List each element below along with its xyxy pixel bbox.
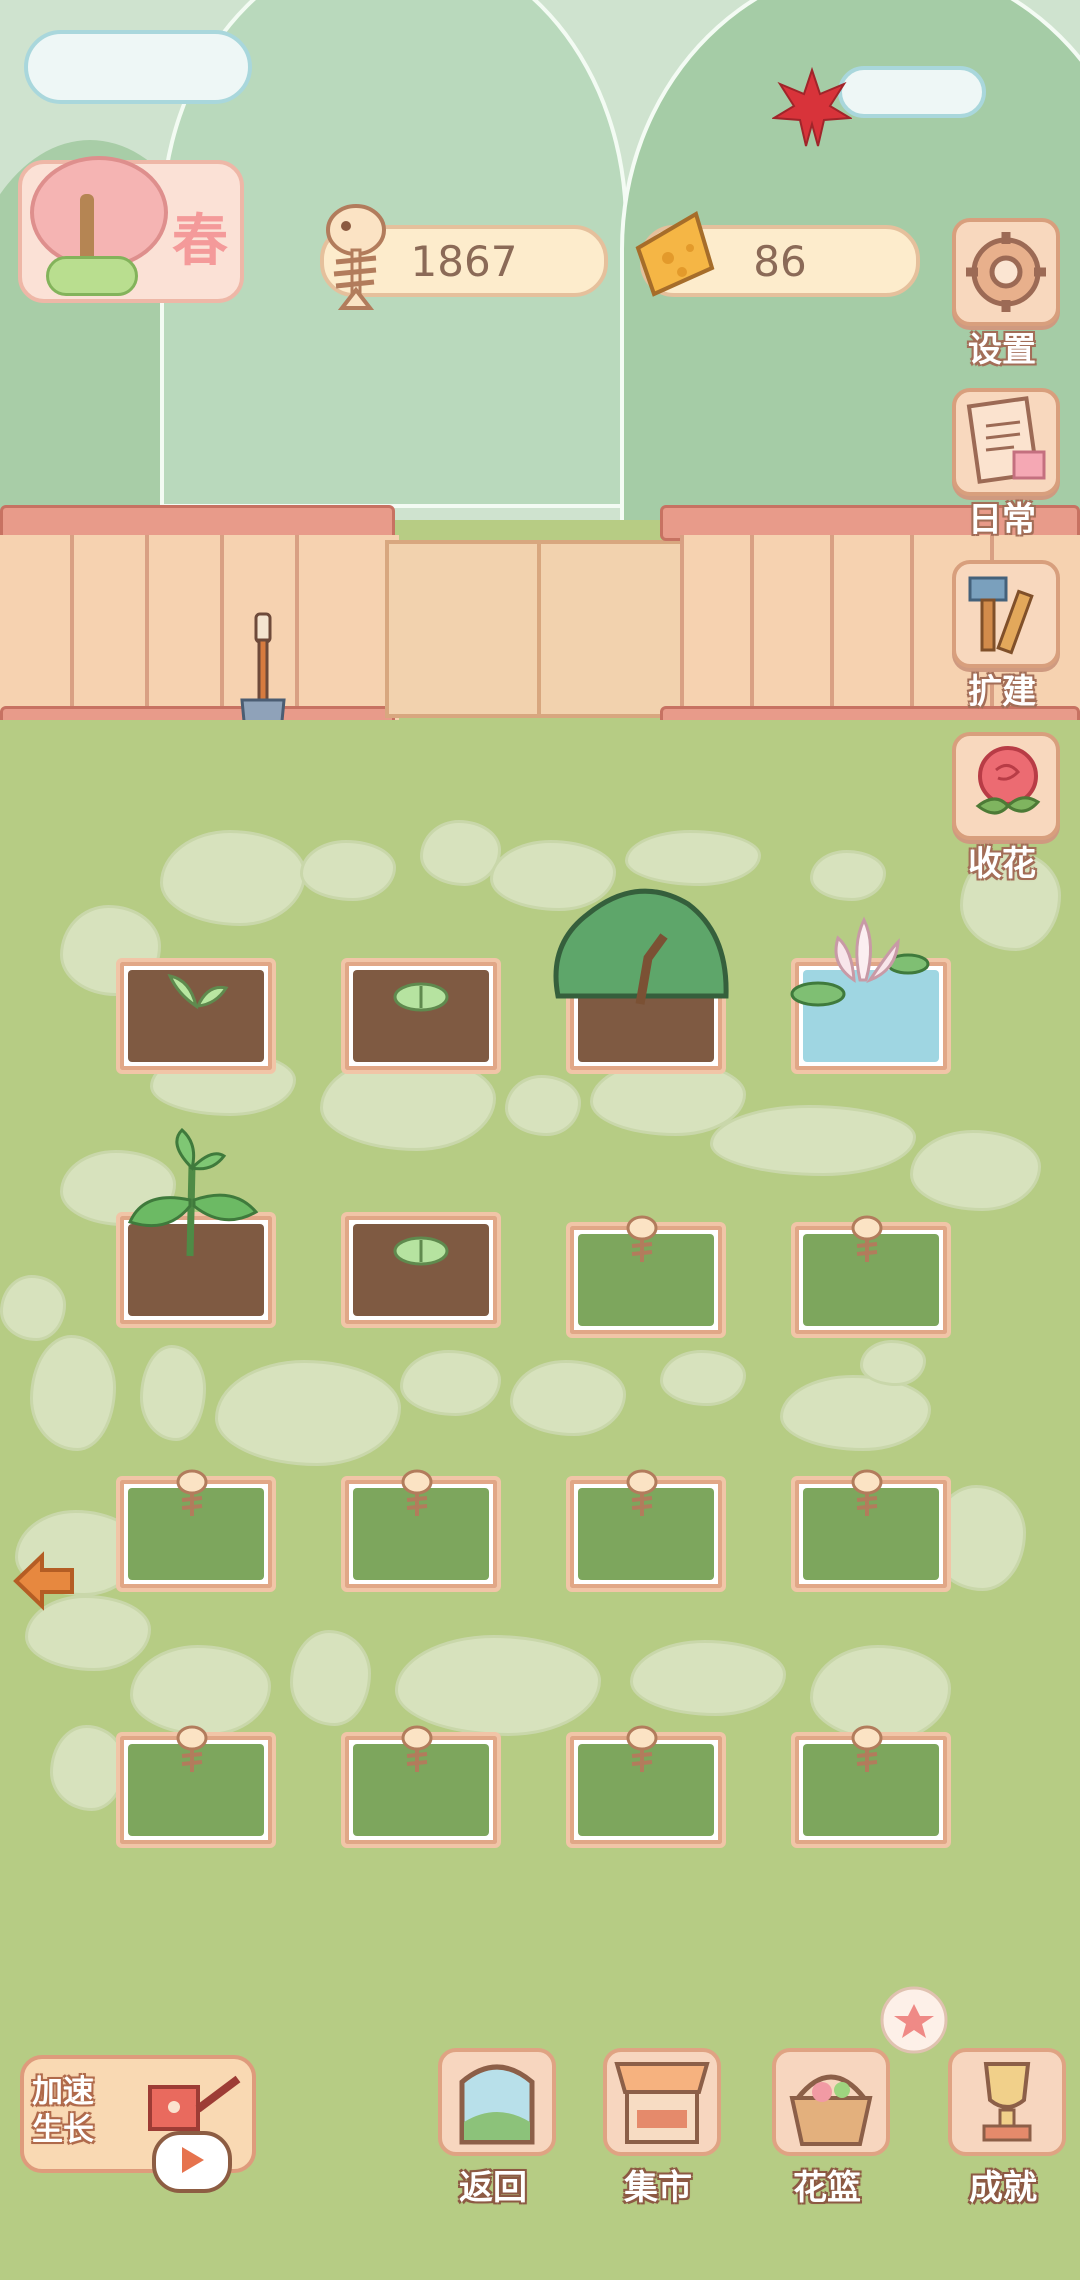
seedling-icon: [127, 1127, 259, 1257]
daily-label: 日常: [968, 500, 1036, 540]
tools-icon: [968, 576, 1034, 655]
window-icon: [459, 2064, 535, 2145]
plot-locked[interactable]: [341, 1725, 501, 1848]
fishbone-icon: [851, 1469, 883, 1516]
rose-icon: [975, 746, 1041, 815]
play-video-icon[interactable]: [152, 2131, 232, 2193]
fishbone-icon: [176, 1725, 208, 1772]
fishbone-icon: [401, 1725, 433, 1772]
cherry-tree-icon: [30, 156, 168, 269]
stall-icon: [614, 2062, 710, 2144]
trophy-icon: [982, 2062, 1032, 2142]
collect-flowers-label: 收花: [968, 844, 1036, 884]
plot-locked[interactable]: [341, 1469, 501, 1592]
speed-up-label: 加速生长: [32, 2074, 94, 2148]
fishbone-icon: [626, 1215, 658, 1262]
plot-locked[interactable]: [116, 1469, 276, 1592]
achievements-label: 成就: [969, 2168, 1037, 2208]
fishbone-icon: [851, 1725, 883, 1772]
collect-flowers-button[interactable]: [952, 732, 1060, 840]
flower-bubble-icon: [880, 1986, 948, 2054]
plot-locked[interactable]: [791, 1469, 951, 1592]
cheese-icon: [635, 210, 715, 297]
market-label: 集市: [624, 2168, 692, 2208]
maple-leaf-icon: [772, 66, 852, 147]
fence-left: [0, 505, 399, 740]
seed-icon: [393, 982, 449, 1012]
daily-button[interactable]: [952, 388, 1060, 496]
plot-locked[interactable]: [791, 1215, 951, 1338]
season-badge[interactable]: 春: [18, 156, 244, 303]
speed-up-button[interactable]: 加速生长: [20, 2055, 256, 2193]
settings-button[interactable]: [952, 218, 1060, 326]
plot-sprout[interactable]: [116, 958, 276, 1074]
fishbone-icon: [626, 1725, 658, 1772]
seed-icon: [393, 1236, 449, 1266]
fishbone-icon: [851, 1215, 883, 1262]
expand-button[interactable]: [952, 560, 1060, 668]
fishbone-icon: [326, 204, 386, 310]
bush-icon: [553, 888, 729, 1005]
cloud-left: [24, 30, 252, 104]
plot-seed[interactable]: [341, 1212, 501, 1328]
market-button[interactable]: [603, 2048, 721, 2156]
arrow-left-icon[interactable]: [8, 1546, 78, 1616]
season-label: 春: [172, 208, 228, 274]
lotus-icon: [790, 916, 930, 1007]
memo-icon: [966, 396, 1046, 484]
achievements-button[interactable]: [948, 2048, 1066, 2156]
plot-locked[interactable]: [566, 1469, 726, 1592]
back-button[interactable]: [438, 2048, 556, 2156]
fishbone-icon: [626, 1469, 658, 1516]
basket-button[interactable]: [772, 2048, 890, 2156]
settings-label: 设置: [968, 330, 1036, 370]
garden-gate: [385, 540, 688, 718]
fishbone-icon: [176, 1469, 208, 1516]
sprout-icon: [167, 973, 229, 1010]
plot-locked[interactable]: [566, 1215, 726, 1338]
watering-can-icon: [148, 2075, 241, 2131]
plot-locked[interactable]: [791, 1725, 951, 1848]
gear-icon: [966, 232, 1046, 312]
fishbone-icon: [401, 1469, 433, 1516]
expand-label: 扩建: [968, 672, 1036, 712]
plot-locked[interactable]: [116, 1725, 276, 1848]
basket-icon: [789, 2074, 873, 2146]
plot-locked[interactable]: [566, 1725, 726, 1848]
cloud-right: [838, 66, 986, 118]
back-label: 返回: [459, 2168, 527, 2208]
basket-label: 花篮: [793, 2168, 861, 2208]
plot-seed[interactable]: [341, 958, 501, 1074]
